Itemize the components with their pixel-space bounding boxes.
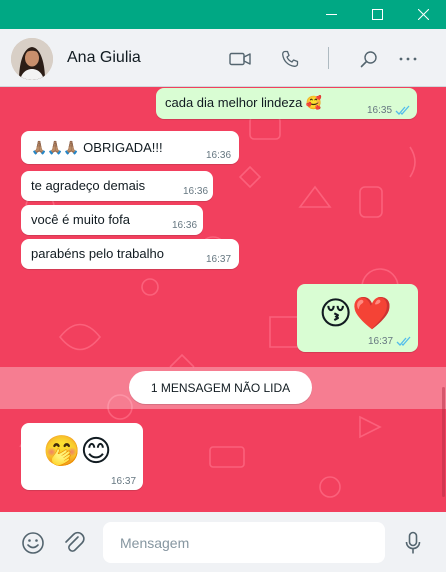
search-icon: [360, 51, 377, 68]
message-time: 16:37: [206, 254, 232, 265]
message-text: 😚❤️: [319, 295, 393, 331]
message-time: 16:37: [368, 336, 394, 347]
close-icon: [417, 9, 429, 20]
message-text: 🤭😊: [43, 435, 112, 468]
voice-call-button[interactable]: [278, 47, 302, 71]
message-bubble-outgoing[interactable]: 😚❤️ 16:37: [297, 284, 418, 352]
voice-call-icon: [282, 50, 299, 67]
voice-message-button[interactable]: [400, 530, 426, 556]
message-bubble-incoming[interactable]: parabéns pelo trabalho 16:37: [21, 239, 239, 269]
emoji-icon: [22, 532, 44, 554]
minimize-button[interactable]: [308, 0, 354, 29]
message-time: 16:36: [172, 220, 198, 231]
search-button[interactable]: [357, 47, 381, 71]
message-text: te agradeço demais: [31, 178, 146, 193]
attach-button[interactable]: [61, 530, 87, 556]
contact-avatar[interactable]: [11, 38, 53, 80]
microphone-icon: [405, 531, 421, 554]
message-time: 16:35: [367, 105, 393, 116]
maximize-icon: [371, 9, 383, 20]
close-button[interactable]: [400, 0, 446, 29]
message-text: 🙏🏽🙏🏽🙏🏽 OBRIGADA!!!: [31, 140, 163, 155]
message-bubble-incoming[interactable]: 🙏🏽🙏🏽🙏🏽 OBRIGADA!!! 16:36: [21, 131, 239, 164]
message-time: 16:36: [183, 186, 209, 197]
message-list[interactable]: cada dia melhor lindeza 🥰 16:35 🙏🏽🙏🏽🙏🏽 O…: [0, 87, 446, 512]
message-bubble-incoming[interactable]: te agradeço demais 16:36: [21, 171, 213, 201]
contact-name[interactable]: Ana Giulia: [67, 49, 141, 67]
window-title-bar: [0, 0, 446, 29]
chat-scrollbar[interactable]: [442, 387, 445, 497]
message-input[interactable]: [103, 522, 385, 563]
minimize-icon: [325, 14, 337, 15]
message-bubble-incoming[interactable]: você é muito fofa 16:36: [21, 205, 203, 235]
message-bubble-incoming[interactable]: 🤭😊 16:37: [21, 423, 143, 490]
header-divider: [328, 47, 329, 69]
chat-header: Ana Giulia: [0, 29, 446, 87]
message-composer: [0, 512, 446, 572]
video-call-button[interactable]: [228, 47, 252, 71]
more-options-button[interactable]: [396, 47, 420, 71]
message-time: 16:37: [111, 476, 137, 487]
message-text: parabéns pelo trabalho: [31, 246, 164, 261]
maximize-button[interactable]: [354, 0, 400, 29]
message-time: 16:36: [206, 150, 232, 161]
video-call-icon: [229, 52, 251, 66]
attach-icon: [65, 531, 85, 552]
read-receipt-icon: [396, 336, 411, 346]
unread-messages-divider: 1 MENSAGEM NÃO LIDA: [129, 371, 312, 404]
message-text: você é muito fofa: [31, 212, 130, 227]
message-text: cada dia melhor lindeza 🥰: [165, 95, 323, 110]
more-options-icon: [399, 57, 417, 61]
read-receipt-icon: [395, 105, 410, 115]
message-bubble-outgoing[interactable]: cada dia melhor lindeza 🥰 16:35: [156, 88, 417, 119]
emoji-button[interactable]: [20, 530, 46, 556]
